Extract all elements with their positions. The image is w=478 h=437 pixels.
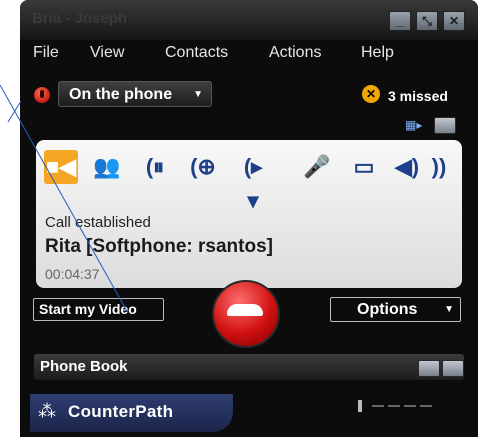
brand-name: CounterPath bbox=[68, 402, 174, 421]
menu-help[interactable]: Help bbox=[361, 44, 394, 62]
volume-segment bbox=[388, 405, 400, 407]
record-icon[interactable]: ▭ bbox=[347, 150, 381, 184]
call-panel: ■◀ 👥 (⏸ (⊕ (▸ ▾ 🎤 ▭ ◀) )) Call establish… bbox=[36, 140, 462, 288]
volume-segment bbox=[420, 405, 432, 407]
menu-bar: File View Contacts Actions Help bbox=[20, 40, 478, 66]
options-label: Options bbox=[357, 301, 418, 318]
volume-segment bbox=[404, 405, 416, 407]
menu-file[interactable]: File bbox=[33, 44, 59, 62]
missed-calls-count[interactable]: 3 missed bbox=[388, 88, 448, 104]
chevron-down-icon: ▼ bbox=[444, 304, 454, 315]
presence-icon bbox=[34, 87, 50, 103]
hangup-button[interactable] bbox=[212, 280, 280, 348]
volume-icon[interactable]: )) bbox=[422, 150, 456, 184]
add-call-icon[interactable]: (⊕ bbox=[186, 150, 220, 184]
conference-icon[interactable]: 👥 bbox=[90, 150, 124, 184]
dialpad-toggle-icon[interactable]: ▦▸ bbox=[405, 118, 427, 134]
call-status: Call established bbox=[45, 214, 151, 231]
close-button[interactable]: ✕ bbox=[443, 11, 465, 31]
collapse-panel-button[interactable] bbox=[434, 117, 456, 134]
options-button[interactable]: Options ▼ bbox=[330, 297, 461, 322]
presence-dropdown[interactable]: On the phone ▼ bbox=[58, 81, 212, 107]
start-video-button[interactable]: Start my Video bbox=[33, 298, 164, 321]
chevron-down-icon: ▼ bbox=[193, 89, 203, 100]
speaker-icon[interactable]: ◀) bbox=[390, 150, 424, 184]
end-call-icon bbox=[227, 304, 263, 316]
mute-icon[interactable]: 🎤 bbox=[300, 150, 334, 184]
caller-name: Rita [Softphone: rsantos] bbox=[45, 236, 273, 257]
hold-icon[interactable]: (⏸ bbox=[138, 150, 172, 184]
counterpath-logo-icon: ⁂ bbox=[38, 401, 56, 421]
video-icon[interactable]: ■◀ bbox=[44, 150, 78, 184]
menu-actions[interactable]: Actions bbox=[269, 44, 321, 62]
phonebook-expand-button[interactable] bbox=[418, 360, 440, 377]
transfer-icon[interactable]: (▸ ▾ bbox=[236, 150, 270, 213]
softphone-window: Bria - Joseph _ ⤡ ✕ File View Contacts A… bbox=[20, 0, 478, 437]
minimize-button[interactable]: _ bbox=[389, 11, 411, 31]
menu-contacts[interactable]: Contacts bbox=[165, 44, 228, 62]
brand-footer: ⁂ CounterPath bbox=[30, 394, 233, 432]
volume-segment bbox=[372, 405, 384, 407]
call-duration: 00:04:37 bbox=[45, 266, 100, 282]
missed-call-icon[interactable]: ✕ bbox=[362, 85, 380, 103]
title-bar[interactable]: Bria - Joseph _ ⤡ ✕ bbox=[20, 0, 478, 40]
phonebook-label: Phone Book bbox=[40, 358, 128, 375]
menu-view[interactable]: View bbox=[90, 44, 124, 62]
call-toolbar: ■◀ 👥 (⏸ (⊕ (▸ ▾ 🎤 ▭ ◀) )) bbox=[42, 150, 456, 213]
phonebook-popout-button[interactable] bbox=[442, 360, 464, 377]
window-title: Bria - Joseph bbox=[32, 10, 128, 27]
volume-meter[interactable] bbox=[358, 400, 438, 412]
volume-knob[interactable] bbox=[358, 400, 362, 412]
presence-value: On the phone bbox=[69, 86, 173, 103]
restore-button[interactable]: ⤡ bbox=[416, 11, 438, 31]
phonebook-bar[interactable]: Phone Book bbox=[34, 354, 464, 380]
